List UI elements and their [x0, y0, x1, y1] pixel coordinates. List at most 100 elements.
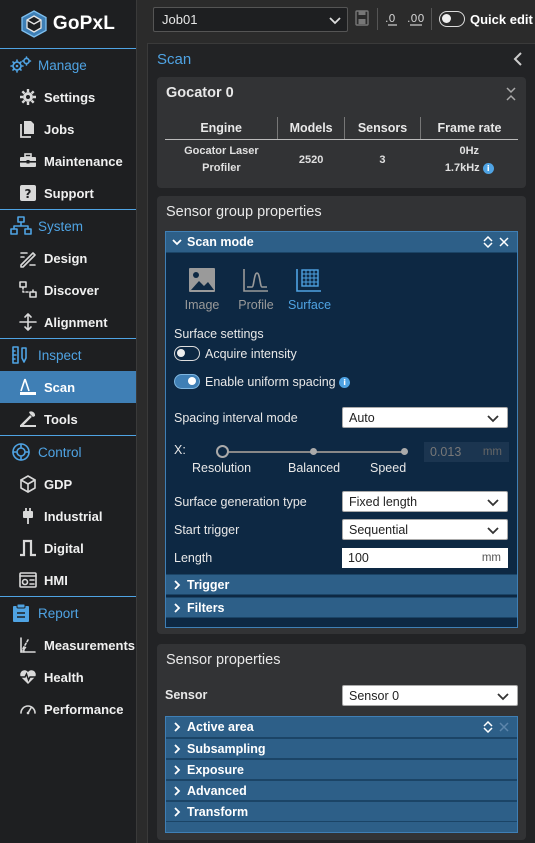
design-icon [20, 252, 36, 268]
slider-label-balanced: Balanced [288, 461, 341, 475]
section-system[interactable]: System [0, 210, 136, 242]
mode-profile-label: Profile [238, 298, 274, 312]
sensor-properties-title: Sensor properties [166, 652, 281, 668]
expand-collapse-icon[interactable] [483, 721, 493, 733]
job-select-value: Job01 [162, 12, 198, 27]
start-trigger-label: Start trigger [174, 523, 240, 537]
spacing-mode-select[interactable]: Auto [342, 407, 508, 428]
active-area-section[interactable]: Active area [166, 717, 517, 738]
quick-edit-toggle[interactable] [439, 11, 465, 27]
nav-settings-label: Settings [44, 89, 96, 105]
profile-icon [243, 269, 268, 292]
nav-support[interactable]: ? Support [0, 177, 136, 209]
advanced-section[interactable]: Advanced [166, 780, 517, 801]
close-icon[interactable] [499, 236, 509, 248]
start-trigger-value: Sequential [349, 522, 409, 537]
frame-rate-current: 0Hz [459, 145, 480, 158]
chevron-down-icon [487, 415, 499, 423]
gen-type-select[interactable]: Fixed length [342, 491, 508, 512]
mode-surface-button[interactable]: Surface [288, 267, 331, 312]
nav-discover[interactable]: Discover [0, 274, 136, 306]
nav-jobs-label: Jobs [44, 121, 75, 137]
x-spacing-unit: mm [482, 446, 502, 458]
nav-tools-label: Tools [44, 411, 78, 427]
sensor-group-card: Sensor group properties Scan mode Image … [157, 196, 526, 634]
section-report-label: Report [38, 605, 79, 621]
nav-measurements[interactable]: Measurements [0, 629, 136, 661]
expand-collapse-icon[interactable] [483, 236, 493, 248]
info-icon[interactable]: i [482, 162, 494, 174]
svg-text:.00: .00 [407, 12, 425, 25]
subsampling-section[interactable]: Subsampling [166, 738, 517, 759]
section-inspect[interactable]: Inspect [0, 339, 136, 371]
exposure-label: Exposure [187, 762, 244, 777]
x-label: X: [174, 443, 186, 457]
collapse-panel-icon[interactable] [511, 52, 525, 66]
nav-gdp[interactable]: GDP [0, 468, 136, 500]
scan-mode-header[interactable]: Scan mode [166, 232, 517, 253]
app-logo[interactable]: GoPxL [0, 0, 136, 49]
advanced-label: Advanced [187, 783, 247, 798]
scan-mode-label: Scan mode [187, 235, 254, 249]
mode-profile-button[interactable]: Profile [235, 267, 277, 312]
toolbox-icon [20, 153, 36, 167]
uniform-spacing-text: Enable uniform spacing [205, 375, 336, 389]
section-control-label: Control [38, 444, 82, 460]
spacing-slider-handle[interactable] [216, 445, 229, 458]
section-report[interactable]: Report [0, 597, 136, 629]
save-icon[interactable] [355, 10, 369, 26]
chevron-down-icon [487, 527, 499, 535]
frame-rate-cell: 0Hz 1.7kHz i [421, 139, 518, 181]
increase-decimal-icon[interactable]: .00 [407, 10, 425, 26]
nav-hmi[interactable]: HMI [0, 564, 136, 596]
section-system-label: System [38, 218, 84, 234]
nav-scan[interactable]: Scan [0, 371, 136, 403]
length-input[interactable]: 100 mm [342, 548, 508, 568]
mode-image-button[interactable]: Image [181, 267, 223, 312]
transform-section[interactable]: Transform [166, 801, 517, 822]
section-manage[interactable]: Manage [0, 49, 136, 81]
slider-stop [310, 448, 317, 455]
surface-settings-label: Surface settings [174, 327, 264, 341]
nav-jobs[interactable]: Jobs [0, 113, 136, 145]
length-value: 100 [348, 551, 369, 565]
transform-label: Transform [187, 804, 249, 819]
info-icon[interactable]: i [339, 377, 351, 389]
filters-section[interactable]: Filters [166, 597, 517, 618]
decrease-decimal-icon[interactable]: .0 [385, 10, 399, 26]
acquire-intensity-toggle[interactable] [174, 346, 200, 361]
uniform-spacing-toggle[interactable] [174, 374, 200, 389]
nav-digital[interactable]: Digital [0, 532, 136, 564]
sensor-select[interactable]: Sensor 0 [342, 685, 518, 706]
exposure-section[interactable]: Exposure [166, 759, 517, 780]
column-header: Sensors [343, 117, 421, 140]
chevron-right-icon [174, 743, 181, 754]
surface-icon [296, 269, 321, 292]
nav-settings[interactable]: Settings [0, 81, 136, 113]
mode-image-label: Image [184, 298, 220, 312]
table-row: Gocator Laser Profiler 2520 3 0Hz 1.7kHz i [165, 139, 518, 181]
nav-performance[interactable]: Performance [0, 693, 136, 725]
close-icon[interactable] [499, 721, 509, 733]
nav-alignment[interactable]: Alignment [0, 306, 136, 338]
top-toolbar: Job01 .0 .00 Quick edit [147, 0, 535, 38]
scan-panel: Scan Gocator 0 Engine Models Sensors Fra… [147, 43, 535, 843]
alignment-icon [19, 313, 37, 331]
job-select[interactable]: Job01 [153, 7, 348, 32]
gauge-icon [20, 705, 36, 715]
start-trigger-select[interactable]: Sequential [342, 519, 508, 540]
collapse-vertical-icon[interactable] [505, 87, 517, 101]
nav-maintenance[interactable]: Maintenance [0, 145, 136, 177]
network-icon [10, 216, 32, 235]
section-control[interactable]: Control [0, 436, 136, 468]
trigger-section[interactable]: Trigger [166, 574, 517, 595]
nav-health-label: Health [44, 669, 84, 685]
chevron-down-icon [172, 239, 182, 246]
nav-industrial[interactable]: Industrial [0, 500, 136, 532]
chevron-right-icon [174, 579, 181, 590]
nav-health[interactable]: Health [0, 661, 136, 693]
engine-line-1: Gocator Laser [184, 145, 259, 158]
nav-design[interactable]: Design [0, 242, 136, 274]
nav-tools[interactable]: Tools [0, 403, 136, 435]
engine-line-2: Profiler [202, 162, 241, 175]
